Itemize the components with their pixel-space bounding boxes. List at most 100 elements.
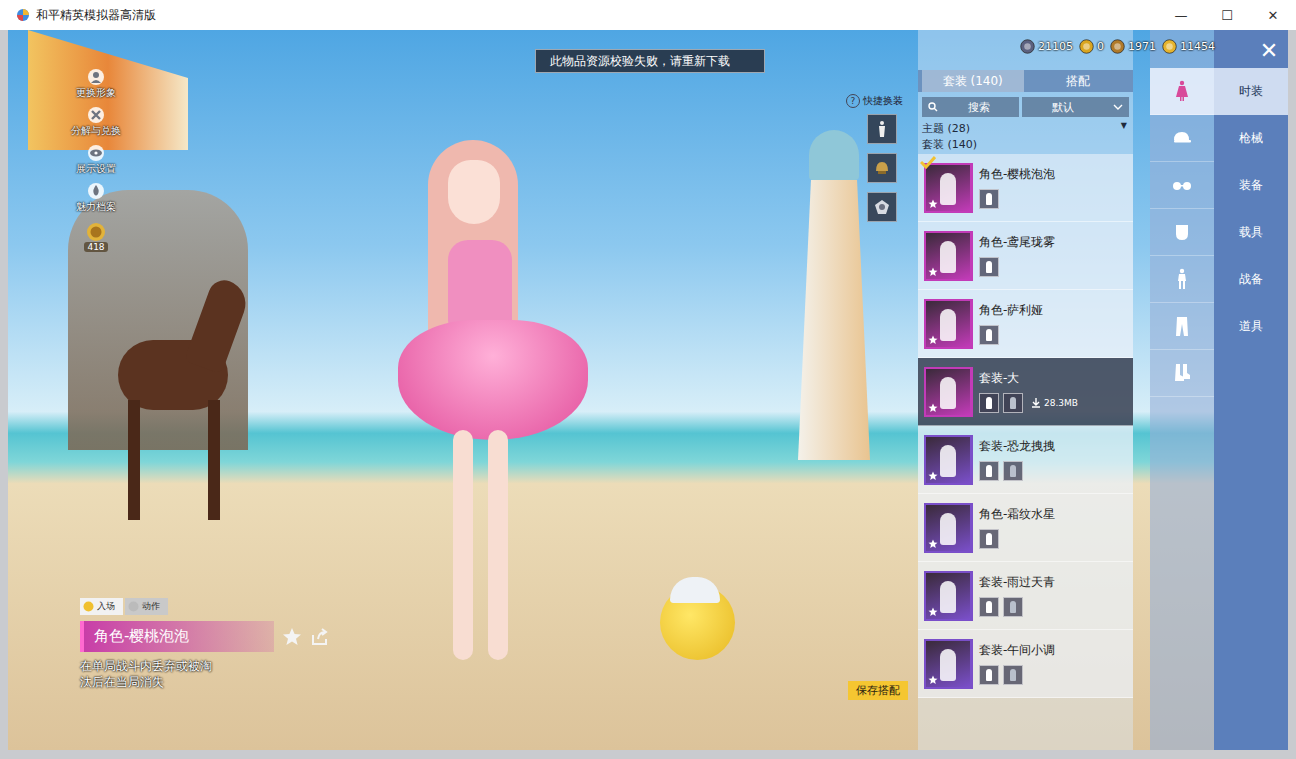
category-tab[interactable]: 道具 bbox=[1214, 303, 1288, 350]
part-category[interactable] bbox=[1150, 162, 1214, 209]
quick-change: ?快捷换装 bbox=[846, 94, 903, 222]
panel-tab[interactable]: 搭配 bbox=[1028, 70, 1130, 92]
quick-change-slot[interactable] bbox=[867, 153, 897, 183]
currency: 1971 bbox=[1110, 39, 1156, 54]
character-model[interactable] bbox=[348, 120, 628, 680]
category-tab[interactable]: 战备 bbox=[1214, 256, 1288, 303]
item-thumbnail bbox=[924, 503, 973, 553]
outfit-item[interactable]: 角色-樱桃泡泡 bbox=[918, 154, 1133, 222]
item-tag[interactable]: 动作 bbox=[125, 598, 168, 615]
side-action-button[interactable]: 分解与兑换 bbox=[71, 106, 121, 142]
eye-icon bbox=[87, 144, 105, 162]
theme-header[interactable]: 主题 (28)▼ bbox=[918, 117, 1133, 136]
lighthouse bbox=[798, 130, 870, 460]
part-badge bbox=[1003, 393, 1023, 413]
part-badge bbox=[1003, 597, 1023, 617]
coin-icon bbox=[1110, 39, 1125, 54]
item-thumbnail bbox=[924, 367, 973, 417]
part-badge bbox=[979, 529, 999, 549]
outfit-item[interactable]: 角色-霜纹水星 bbox=[918, 494, 1133, 562]
quick-change-slot[interactable] bbox=[867, 192, 897, 222]
exchange-icon bbox=[87, 106, 105, 124]
charm-icon bbox=[87, 182, 105, 200]
item-tag[interactable]: 入场 bbox=[80, 598, 123, 615]
outfit-item[interactable]: 套装-午间小调 bbox=[918, 630, 1133, 698]
item-thumbnail bbox=[924, 299, 973, 349]
category-tab[interactable]: 装备 bbox=[1214, 162, 1288, 209]
outfit-item[interactable]: 套装-大28.3MB bbox=[918, 358, 1133, 426]
item-thumbnail bbox=[924, 639, 973, 689]
item-title: 角色-霜纹水星 bbox=[979, 506, 1055, 523]
charm-medal-icon bbox=[86, 222, 106, 242]
error-toast: 此物品资源校验失败，请重新下载 bbox=[535, 49, 765, 73]
item-info: 入场动作角色-樱桃泡泡在单局战斗内丢弃或被淘汰后在当局消失 bbox=[80, 598, 330, 690]
part-category[interactable] bbox=[1150, 256, 1214, 303]
quality-star-icon bbox=[928, 199, 938, 209]
item-title: 角色-樱桃泡泡 bbox=[979, 166, 1055, 183]
category-tab[interactable]: 载具 bbox=[1214, 209, 1288, 256]
category-tab[interactable]: 枪械 bbox=[1214, 115, 1288, 162]
charm-badge[interactable]: 418 bbox=[84, 222, 107, 252]
currency: 0 bbox=[1079, 39, 1104, 54]
side-action-button[interactable]: 更换形象 bbox=[76, 68, 116, 104]
quality-star-icon bbox=[928, 675, 938, 685]
outfit-item[interactable]: 套装-雨过天青 bbox=[918, 562, 1133, 630]
pet-chick[interactable] bbox=[660, 585, 735, 660]
currency: 11454 bbox=[1162, 39, 1215, 54]
horse bbox=[108, 260, 268, 530]
outfit-item[interactable]: 角色-萨利娅 bbox=[918, 290, 1133, 358]
search-field[interactable]: 搜索 bbox=[922, 97, 1019, 117]
pants-icon bbox=[1171, 315, 1193, 337]
part-category[interactable] bbox=[1150, 115, 1214, 162]
quality-star-icon bbox=[928, 607, 938, 617]
item-title: 套装-恐龙拽拽 bbox=[979, 438, 1055, 455]
outfit-list-panel: 套装 (140)搭配搜索默认主题 (28)▼套装 (140)角色-樱桃泡泡角色-… bbox=[918, 30, 1133, 750]
outfit-item[interactable]: 角色-鸢尾珑雾 bbox=[918, 222, 1133, 290]
dress-icon bbox=[1171, 80, 1193, 102]
currency-bar: 211050197111454 bbox=[1020, 39, 1215, 54]
part-category[interactable] bbox=[1150, 350, 1214, 397]
outfit-item[interactable]: 套装-恐龙拽拽 bbox=[918, 426, 1133, 494]
chevron-down-icon bbox=[1113, 103, 1123, 111]
quality-star-icon bbox=[928, 539, 938, 549]
side-actions: 更换形象分解与兑换展示设置魅力档案 418 bbox=[60, 68, 132, 252]
save-outfit-button[interactable]: 保存搭配 bbox=[848, 681, 908, 700]
window-title: 和平精英模拟器高清版 bbox=[36, 7, 156, 24]
coin-icon bbox=[1020, 39, 1035, 54]
item-thumbnail bbox=[924, 163, 973, 213]
window-control-button[interactable]: ☐ bbox=[1204, 0, 1250, 30]
download-indicator[interactable]: 28.3MB bbox=[1031, 398, 1078, 408]
share-icon[interactable] bbox=[310, 627, 330, 647]
quality-star-icon bbox=[928, 267, 938, 277]
badge-icon bbox=[873, 198, 891, 216]
help-button[interactable]: ? bbox=[846, 94, 860, 108]
item-title: 套装-雨过天青 bbox=[979, 574, 1055, 591]
sort-dropdown[interactable]: 默认 bbox=[1022, 97, 1129, 117]
window-control-button[interactable]: ✕ bbox=[1250, 0, 1296, 30]
part-badge bbox=[979, 257, 999, 277]
quick-change-slot[interactable] bbox=[867, 114, 897, 144]
tag-icon bbox=[128, 601, 139, 612]
emulator-window: 和平精英模拟器高清版—☐✕此物品资源校验失败，请重新下载更换形象分解与兑换展示设… bbox=[0, 0, 1296, 759]
item-thumbnail bbox=[924, 231, 973, 281]
part-category[interactable] bbox=[1150, 209, 1214, 256]
side-action-button[interactable]: 展示设置 bbox=[76, 144, 116, 180]
download-icon bbox=[1031, 398, 1041, 408]
panel-tab[interactable]: 套装 (140) bbox=[922, 70, 1024, 92]
face-icon bbox=[1171, 221, 1193, 243]
item-title: 角色-鸢尾珑雾 bbox=[979, 234, 1055, 251]
game-screen: 此物品资源校验失败，请重新下载更换形象分解与兑换展示设置魅力档案 418 ?快捷换装… bbox=[8, 30, 1288, 750]
item-title: 角色-萨利娅 bbox=[979, 302, 1043, 319]
part-badge bbox=[979, 189, 999, 209]
glasses-icon bbox=[1171, 174, 1193, 196]
part-category[interactable] bbox=[1150, 68, 1214, 115]
side-action-button[interactable]: 魅力档案 bbox=[76, 182, 116, 218]
part-category[interactable] bbox=[1150, 303, 1214, 350]
window-control-button[interactable]: — bbox=[1158, 0, 1204, 30]
item-thumbnail bbox=[924, 435, 973, 485]
favorite-star-icon[interactable] bbox=[282, 627, 302, 647]
close-button[interactable]: ✕ bbox=[1254, 37, 1284, 65]
category-tab[interactable]: 时装 bbox=[1214, 68, 1288, 115]
cap-icon bbox=[1171, 127, 1193, 149]
avatar-icon bbox=[87, 68, 105, 86]
